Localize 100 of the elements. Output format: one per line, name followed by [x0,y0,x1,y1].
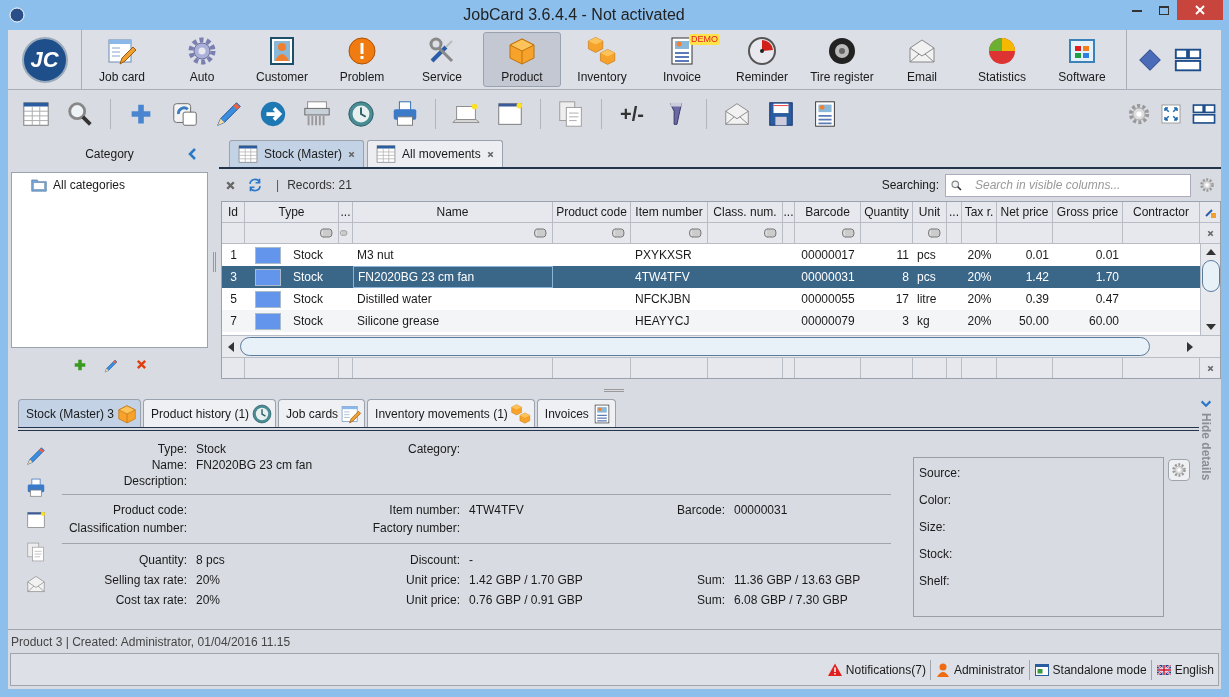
vertical-scrollbar[interactable] [1200,244,1220,335]
fullscreen-icon[interactable] [1159,102,1183,126]
tree-item[interactable]: All categories [12,176,207,194]
table-row[interactable]: 7 Stock Silicone grease HEAYYCJ 00000079 3 kg 20% 50.00 60.00 [222,310,1200,332]
document-tab[interactable]: All movements [367,140,503,167]
printer-icon[interactable] [25,477,47,499]
save-icon[interactable] [766,99,796,129]
table-icon[interactable] [21,99,51,129]
column-header[interactable]: Tax r. [964,203,994,221]
column-header[interactable]: Gross price [1056,203,1119,221]
table-cell-text: Stock [293,313,323,330]
scroll-thumb[interactable] [1201,260,1220,292]
layout-icon[interactable] [1191,101,1217,127]
flag-icon [1155,661,1172,678]
app-logo[interactable]: JC [21,36,68,83]
column-header[interactable]: Type [278,203,305,221]
status-item[interactable]: Standalone mode [1033,660,1147,679]
search-field[interactable]: Search in visible columns... [945,173,1191,197]
refresh-icon[interactable] [246,176,264,194]
detail-tab[interactable]: Inventory movements (1) [367,399,535,427]
column-header[interactable]: ... [949,203,959,221]
filter-icon[interactable] [762,225,778,241]
settings-button[interactable] [1168,459,1190,481]
table-cell-text: 11 [896,247,909,264]
settings-icon[interactable] [1127,102,1151,126]
column-header[interactable]: Net price [1000,203,1049,221]
filter-icon[interactable] [840,225,856,241]
module-button[interactable]: Email [883,32,961,87]
filter-icon[interactable] [318,225,334,241]
scroll-up-icon[interactable] [1205,248,1216,256]
module-button[interactable]: DEMO Invoice [643,32,721,87]
edit-icon[interactable] [103,358,119,374]
horizontal-scrollbar[interactable] [222,335,1220,358]
add-icon[interactable] [73,358,87,372]
column-header[interactable]: Barcode [805,203,850,221]
history-icon[interactable] [346,99,376,129]
delete-icon[interactable] [135,358,148,371]
column-header[interactable]: Contractor [1133,203,1189,221]
module-button[interactable]: Inventory [563,32,641,87]
records-count: Records: 21 [287,177,352,194]
column-header[interactable]: ... [340,203,351,221]
close-tab-icon[interactable] [347,149,356,159]
clear-filter-icon[interactable] [1205,228,1215,238]
module-button[interactable]: Job card [83,32,161,87]
status-item[interactable]: Administrator [934,660,1025,679]
scroll-left-icon[interactable] [227,341,235,352]
column-header[interactable]: Unit [918,203,941,221]
clear-icon[interactable] [1205,363,1215,373]
table-cell-text: 4TW4TFV [635,269,690,286]
arrow-right-icon[interactable] [258,99,288,129]
new-window-icon[interactable] [25,509,47,531]
table-row[interactable]: 3 Stock FN2020BG 23 cm fan 4TW4TFV 00000031 8 pcs 20% 1.42 1.70 [222,266,1200,288]
demo-badge: DEMO [689,34,720,45]
module-button[interactable]: Customer [243,32,321,87]
pencil-icon[interactable] [214,99,244,129]
close-tab-icon[interactable] [485,149,495,159]
filter-icon[interactable] [610,225,626,241]
separator-text: | [276,177,280,194]
module-button[interactable]: Auto [163,32,241,87]
module-button[interactable]: Service [403,32,481,87]
grid-settings-icon[interactable] [1199,177,1215,193]
status-item[interactable]: English [1155,660,1214,679]
table-cell-text: pcs [917,247,936,264]
close-button[interactable] [1177,0,1223,20]
column-header[interactable]: Quantity [864,203,909,221]
column-header[interactable]: Class. num. [713,203,777,221]
module-button[interactable]: Problem [323,32,401,87]
table-cell-text: 00000017 [801,247,855,264]
module-button[interactable]: Product [483,32,561,87]
module-button[interactable]: Software [1043,32,1121,87]
user-icon [934,661,951,678]
scroll-right-icon[interactable] [1186,341,1194,352]
detail-tab[interactable]: Job cards [278,399,366,427]
field-label: Sum: [697,572,725,589]
module-button[interactable]: Reminder [723,32,801,87]
edit-icon[interactable] [25,445,47,467]
table-cell-text: 00000055 [801,291,855,308]
detail-tab[interactable]: Stock (Master) 3 [18,399,142,427]
status-item[interactable]: Notifications(7) [826,660,926,679]
clock-icon [746,35,778,67]
adjust-button[interactable]: +/- [610,98,654,130]
column-header[interactable]: ... [783,203,794,221]
maximize-icon [1158,5,1169,15]
module-button[interactable]: Statistics [963,32,1041,87]
detail-tab[interactable]: Product history (1) [143,399,277,427]
field-value: 6.08 GBP / 7.30 GBP [734,592,848,609]
column-header[interactable]: Name [436,203,469,221]
detail-tab[interactable]: Invoices [536,399,616,427]
field-value: 20% [196,572,221,589]
scroll-down-icon[interactable] [1205,323,1216,331]
column-header[interactable]: Product code [556,203,627,221]
filter-icon[interactable] [926,225,942,241]
field-value: 20% [196,592,221,609]
filter-icon[interactable] [687,225,703,241]
document-tab[interactable]: Stock (Master) [229,140,364,167]
module-button[interactable]: Tire register [803,32,881,87]
column-header[interactable]: Item number [635,203,703,221]
filter-icon[interactable] [532,225,548,241]
scroll-thumb[interactable] [240,337,1150,356]
column-header[interactable]: Id [228,203,238,221]
